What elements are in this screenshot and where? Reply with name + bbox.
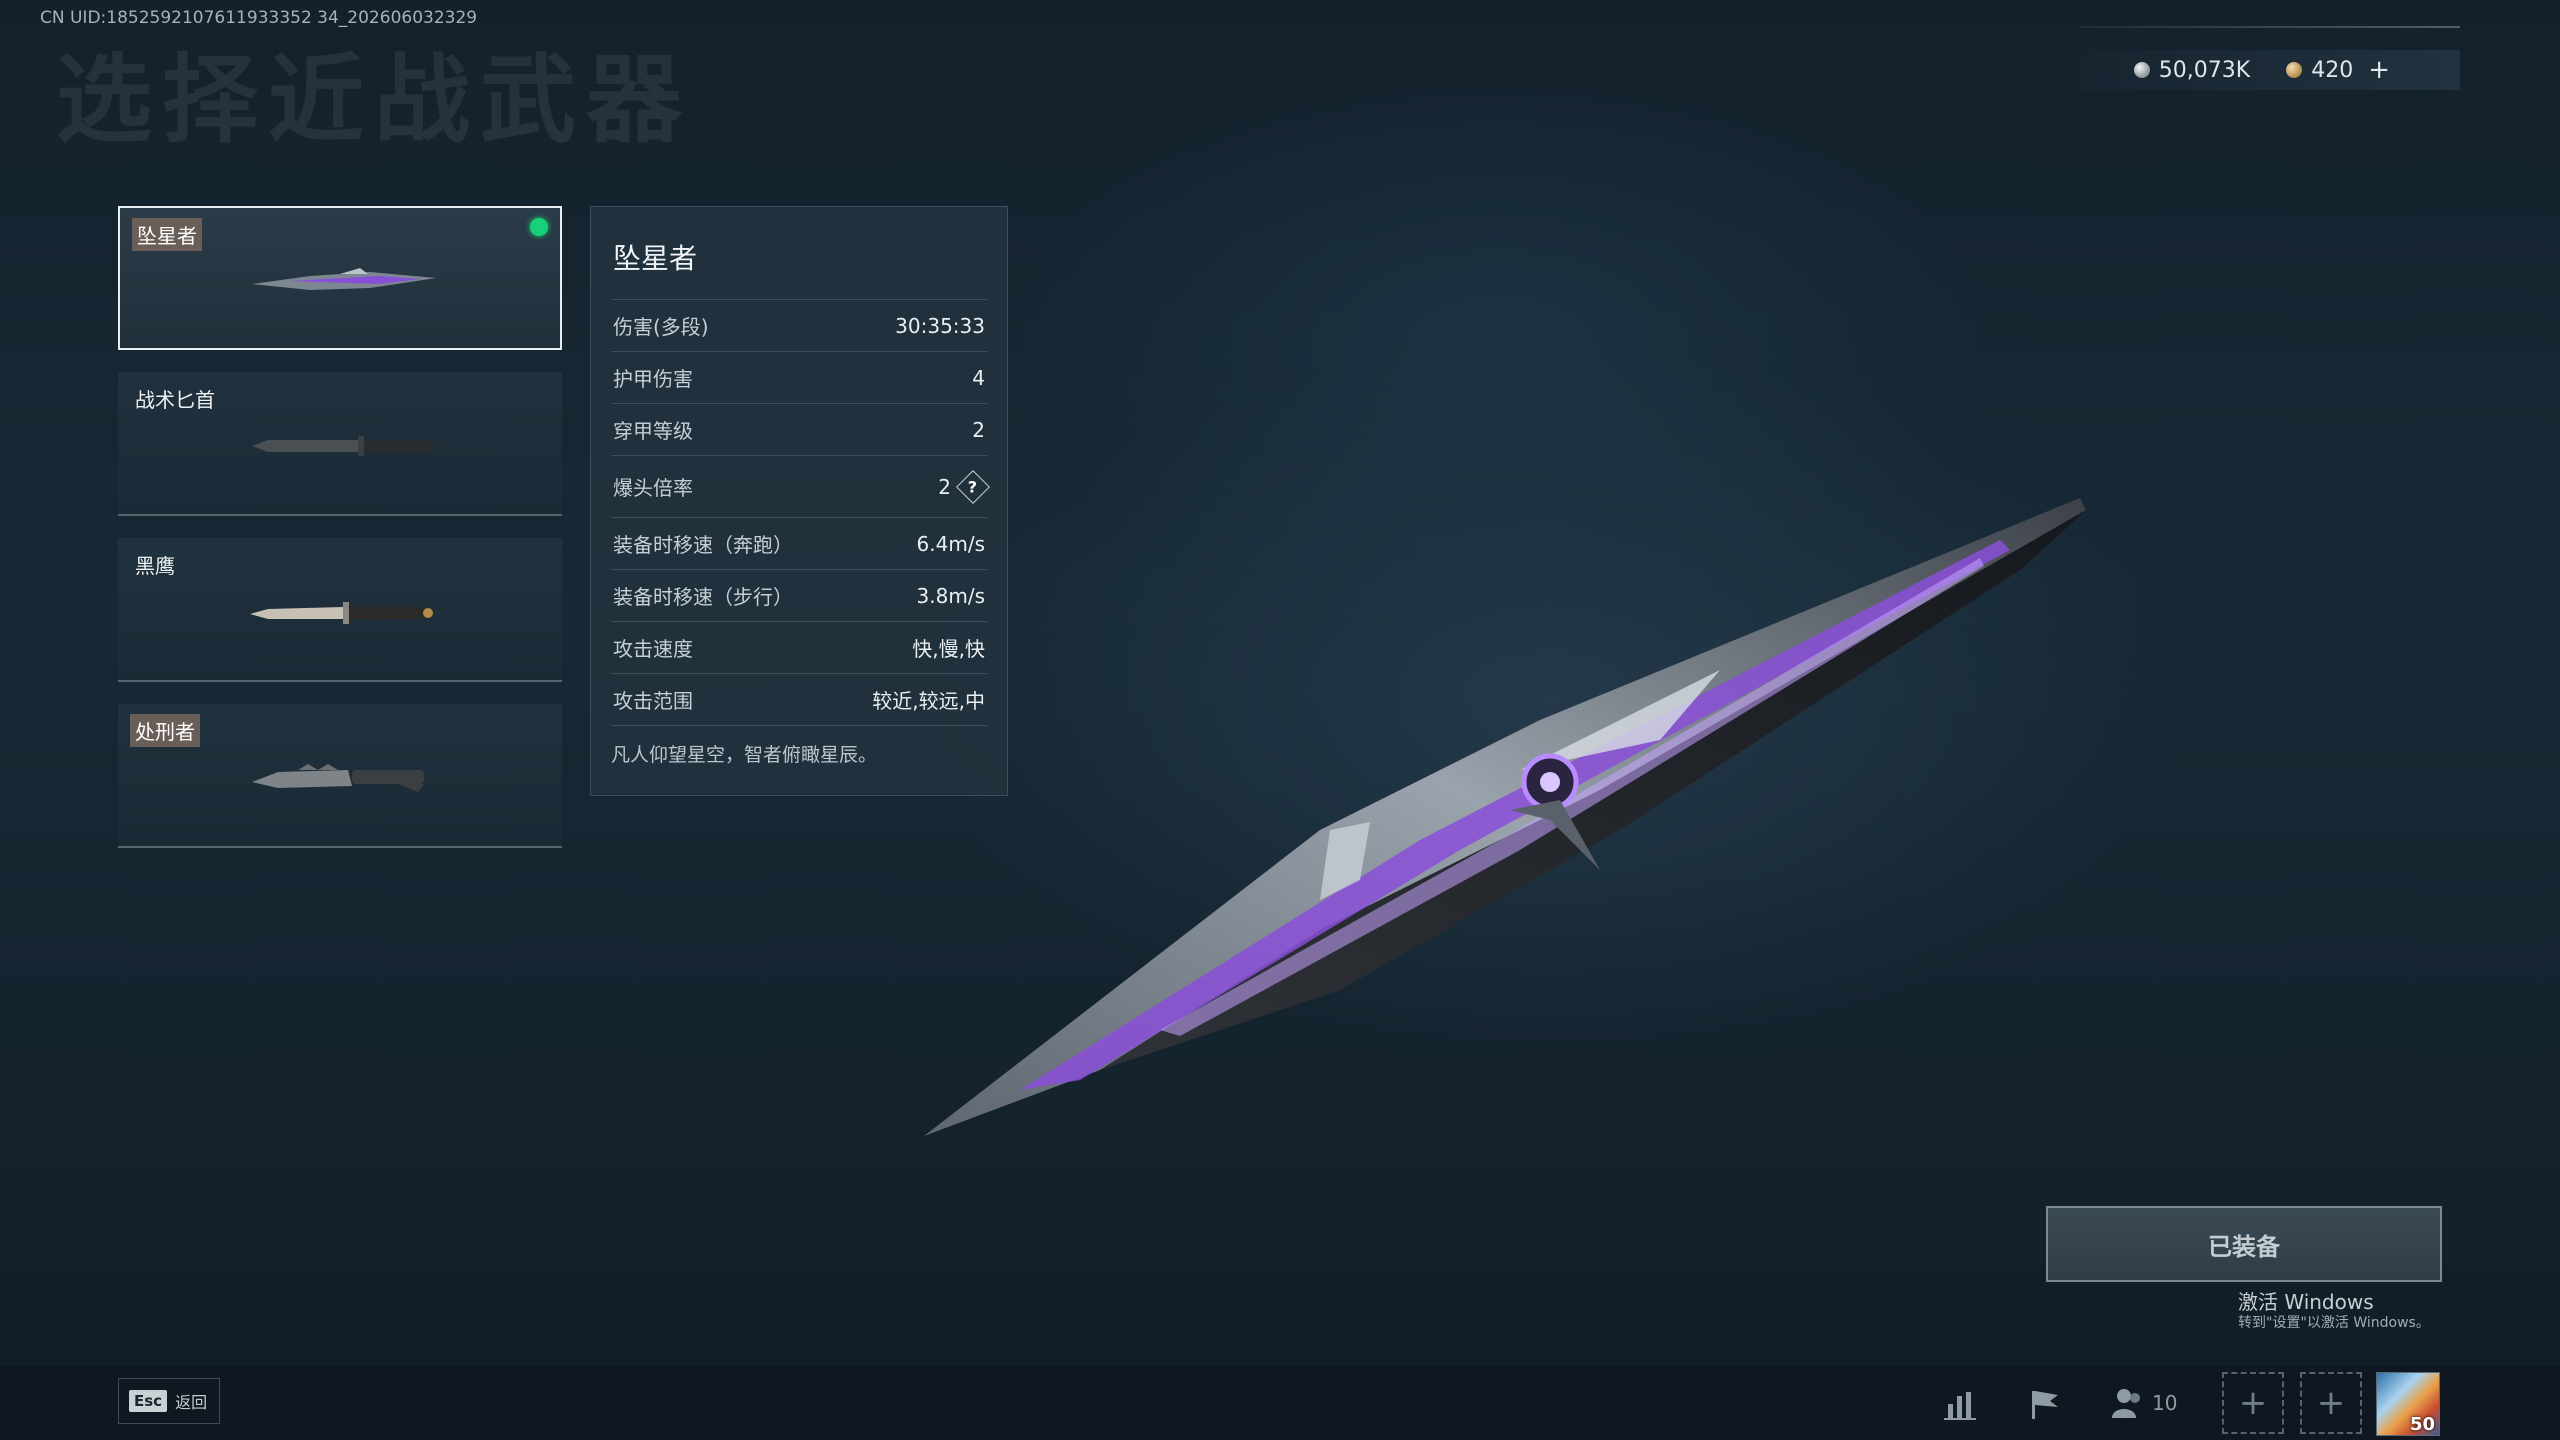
stat-value: 4 [972,365,985,390]
weapon-name: 黑鹰 [135,554,175,578]
stat-label: 伤害(多段) [613,315,709,339]
currency-bar: 50,073K 420 + [2080,50,2460,90]
weapon-3d-preview[interactable] [900,470,2100,1170]
esc-key-icon: Esc [129,1390,168,1412]
tactical-dagger-icon [252,436,434,456]
player-level: 50 [2409,1414,2435,1435]
stat-label: 穿甲等级 [613,419,693,443]
friends-count: 10 [2152,1391,2178,1415]
back-button[interactable]: Esc 返回 [118,1378,221,1424]
activate-windows-title: 激活 Windows [2238,1290,2374,1314]
equipped-button[interactable]: 已装备 [2046,1206,2442,1282]
activate-windows-subtitle: 转到"设置"以激活 Windows。 [2238,1315,2430,1331]
stat-row-penetration: 穿甲等级 2 [611,403,987,455]
stats-chart-icon[interactable] [1938,1382,1982,1426]
weapon-card-tactical-dagger[interactable]: 战术匕首 [118,372,562,516]
add-currency-button[interactable]: + [2368,55,2390,85]
stat-row-damage: 伤害(多段) 30:35:33 [611,299,987,351]
friends-button[interactable]: 10 [2110,1380,2177,1426]
weapon-card-black-hawk[interactable]: 黑鹰 [118,538,562,682]
plus-icon: + [2238,1383,2268,1423]
silver-currency: 50,073K [2133,57,2251,83]
gold-amount: 420 [2311,57,2354,83]
weapon-name: 坠星者 [132,218,202,251]
stat-value: 30:35:33 [895,313,985,338]
stat-value: 2 [972,417,985,442]
falling-star-knife-icon [252,268,436,290]
executioner-knife-icon [252,764,424,792]
stat-label: 装备时移速（奔跑） [613,533,793,557]
weapon-name: 战术匕首 [135,388,215,412]
stat-label: 爆头倍率 [613,476,693,500]
silver-coin-icon [2133,62,2150,78]
flag-icon[interactable] [2022,1382,2066,1426]
stats-title: 坠星者 [613,242,698,275]
weapon-list: 坠星者 战术匕首 黑鹰 处刑者 [118,206,562,870]
player-avatar[interactable]: 50 [2376,1372,2440,1436]
party-slot-add-button[interactable]: + [2300,1372,2362,1434]
weapon-card-falling-star[interactable]: 坠星者 [118,206,562,350]
party-slot-add-button[interactable]: + [2222,1372,2284,1434]
silver-amount: 50,073K [2158,57,2251,83]
page-title: 选择近战武器 [56,44,692,156]
stat-label: 攻击范围 [613,689,693,713]
weapon-card-executioner[interactable]: 处刑者 [118,704,562,848]
plus-icon: + [2316,1383,2346,1423]
gold-currency[interactable]: 420 + [2286,55,2390,85]
stat-label: 攻击速度 [613,637,693,661]
weapon-name: 处刑者 [130,714,200,747]
equipped-indicator-icon [530,218,548,236]
gold-coin-icon [2286,62,2303,78]
topbar-divider [2080,26,2460,28]
stat-label: 装备时移速（步行） [613,585,793,609]
back-label: 返回 [175,1393,208,1412]
stat-label: 护甲伤害 [613,367,693,391]
black-hawk-knife-icon [250,602,433,624]
friends-icon [2112,1389,2140,1418]
stat-row-armor-damage: 护甲伤害 4 [611,351,987,403]
